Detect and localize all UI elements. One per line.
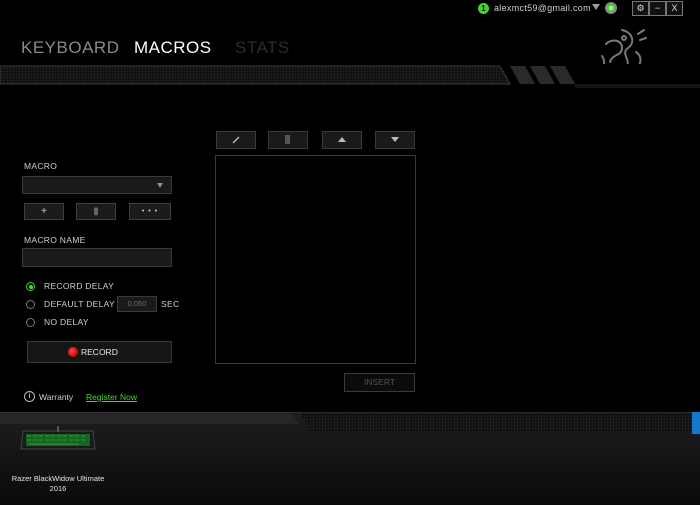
default-delay-radio[interactable]: [26, 300, 35, 309]
add-macro-button[interactable]: +: [24, 203, 64, 220]
macro-name-label: MACRO NAME: [24, 235, 86, 245]
move-up-button[interactable]: [322, 131, 362, 149]
delay-unit-label: SEC: [161, 299, 180, 309]
no-delay-radio[interactable]: [26, 318, 35, 327]
default-delay-input[interactable]: 0.050: [117, 296, 157, 312]
tab-stats[interactable]: STATS: [235, 38, 290, 58]
trash-icon: [285, 135, 290, 144]
default-delay-option[interactable]: DEFAULT DELAY: [26, 299, 116, 311]
no-delay-option[interactable]: NO DELAY: [26, 317, 106, 329]
notification-badge[interactable]: 1: [478, 3, 489, 14]
pencil-icon: [232, 136, 240, 144]
record-delay-radio[interactable]: [26, 282, 35, 291]
delete-action-button[interactable]: [268, 131, 308, 149]
register-now-link[interactable]: Register Now: [86, 392, 137, 402]
edit-button[interactable]: [216, 131, 256, 149]
side-panel-handle[interactable]: [692, 412, 700, 434]
macro-name-input[interactable]: [22, 248, 172, 267]
macro-select[interactable]: [22, 176, 172, 194]
delete-macro-button[interactable]: ▮: [76, 203, 116, 220]
no-delay-label: NO DELAY: [44, 317, 89, 327]
tab-macros[interactable]: MACROS: [134, 38, 212, 58]
account-email[interactable]: alexmct59@gmail.com: [494, 3, 591, 13]
arrow-up-icon: [338, 137, 346, 142]
record-delay-option[interactable]: RECORD DELAY: [26, 281, 146, 293]
insert-button[interactable]: INSERT: [344, 373, 415, 392]
move-down-button[interactable]: [375, 131, 415, 149]
minimize-button[interactable]: −: [649, 1, 666, 16]
header-divider: [0, 64, 700, 88]
record-delay-label: RECORD DELAY: [44, 281, 115, 291]
arrow-down-icon: [391, 137, 399, 142]
chevron-down-icon: [157, 183, 163, 188]
info-icon: i: [24, 391, 35, 402]
record-icon: [68, 347, 78, 357]
more-options-button[interactable]: • • •: [129, 203, 171, 220]
account-dropdown-icon[interactable]: [592, 4, 600, 10]
record-label: RECORD: [81, 347, 118, 357]
close-button[interactable]: X: [666, 1, 683, 16]
default-delay-label: DEFAULT DELAY: [44, 299, 115, 309]
record-button[interactable]: RECORD: [27, 341, 172, 363]
warranty-label: Warranty: [39, 392, 74, 402]
keyboard-device-icon[interactable]: [19, 425, 97, 455]
tab-keyboard[interactable]: KEYBOARD: [21, 38, 119, 58]
macro-label: MACRO: [24, 161, 58, 171]
sync-status-icon[interactable]: [605, 2, 617, 14]
settings-button[interactable]: ⚙: [632, 1, 649, 16]
macro-actions-list[interactable]: [215, 155, 416, 364]
device-name-label: Razer BlackWidow Ultimate 2016: [11, 474, 105, 493]
